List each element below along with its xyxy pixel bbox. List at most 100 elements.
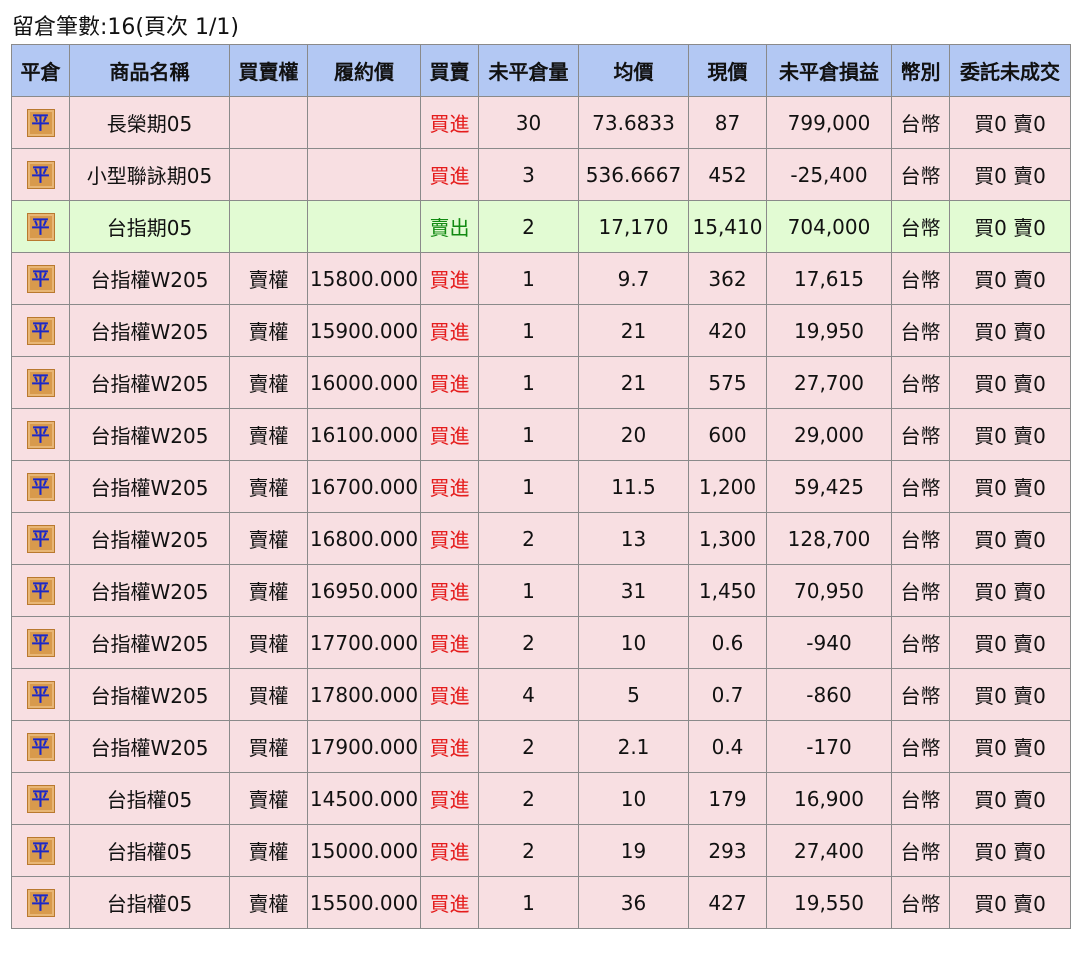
cell-unrealized-pnl: 29,000: [766, 408, 892, 461]
cell-call-put: 賣權: [229, 460, 308, 513]
close-position-button[interactable]: 平: [26, 368, 55, 397]
cell-unrealized-pnl: 17,615: [766, 252, 892, 305]
cell-call-put: [229, 200, 308, 253]
close-position-button[interactable]: 平: [26, 160, 55, 189]
cell-strike-price: 17700.000: [307, 616, 421, 669]
cell-current-price: 87: [688, 96, 767, 149]
close-position-button[interactable]: 平: [26, 628, 55, 657]
cell-current-price: 575: [688, 356, 767, 409]
cell-call-put: 買權: [229, 720, 308, 773]
cell-call-put: 賣權: [229, 824, 308, 877]
close-position-button[interactable]: 平: [26, 316, 55, 345]
header-call-put: 買賣權: [229, 44, 308, 97]
cell-product-name: 台指權05: [69, 772, 230, 825]
close-position-button[interactable]: 平: [26, 420, 55, 449]
cell-open-quantity: 1: [478, 252, 579, 305]
cell-pending-orders: 買0 賣0: [949, 668, 1071, 721]
cell-currency: 台幣: [891, 252, 950, 305]
cell-side: 買進: [420, 772, 479, 825]
cell-pending-orders: 買0 賣0: [949, 304, 1071, 357]
cell-product-name: 長榮期05: [69, 96, 230, 149]
close-position-button[interactable]: 平: [26, 680, 55, 709]
cell-pending-orders: 買0 賣0: [949, 460, 1071, 513]
cell-current-price: 1,300: [688, 512, 767, 565]
cell-open-quantity: 1: [478, 408, 579, 461]
table-row: 平台指權05 賣權 14500.000 買進 2 10 179 16,900 台幣 買0 賣0: [11, 772, 1071, 825]
cell-current-price: 0.7: [688, 668, 767, 721]
close-position-button[interactable]: 平: [26, 212, 55, 241]
cell-pending-orders: 買0 賣0: [949, 408, 1071, 461]
cell-close: 平: [11, 512, 70, 565]
cell-pending-orders: 買0 賣0: [949, 200, 1071, 253]
close-position-button[interactable]: 平: [26, 264, 55, 293]
cell-strike-price: 16800.000: [307, 512, 421, 565]
cell-product-name: 台指期05: [69, 200, 230, 253]
close-position-button[interactable]: 平: [26, 524, 55, 553]
header-side: 買賣: [420, 44, 479, 97]
cell-current-price: 0.6: [688, 616, 767, 669]
cell-unrealized-pnl: 59,425: [766, 460, 892, 513]
cell-call-put: 買權: [229, 616, 308, 669]
cell-unrealized-pnl: 19,550: [766, 876, 892, 929]
cell-pending-orders: 買0 賣0: [949, 96, 1071, 149]
cell-side: 買進: [420, 720, 479, 773]
cell-open-quantity: 3: [478, 148, 579, 201]
table-row: 平台指期05 賣出 2 17,170 15,410 704,000 台幣 買0 賣0: [11, 200, 1071, 253]
cell-current-price: 293: [688, 824, 767, 877]
cell-currency: 台幣: [891, 408, 950, 461]
cell-currency: 台幣: [891, 824, 950, 877]
cell-open-quantity: 2: [478, 200, 579, 253]
close-position-button[interactable]: 平: [26, 108, 55, 137]
cell-strike-price: 16950.000: [307, 564, 421, 617]
table-row: 平小型聯詠期05 買進 3 536.6667 452 -25,400 台幣 買0 賣0: [11, 148, 1071, 201]
cell-currency: 台幣: [891, 564, 950, 617]
cell-pending-orders: 買0 賣0: [949, 356, 1071, 409]
cell-strike-price: [307, 148, 421, 201]
cell-average-price: 73.6833: [578, 96, 689, 149]
close-position-button[interactable]: 平: [26, 836, 55, 865]
cell-currency: 台幣: [891, 460, 950, 513]
table-header-row: 平倉 商品名稱 買賣權 履約價 買賣 未平倉量 均價 現價 未平倉損益 幣別 委…: [11, 44, 1071, 97]
cell-product-name: 台指權W205: [69, 252, 230, 305]
table-row: 平長榮期05 買進 30 73.6833 87 799,000 台幣 買0 賣0: [11, 96, 1071, 149]
cell-currency: 台幣: [891, 772, 950, 825]
cell-side: 買進: [420, 512, 479, 565]
close-position-button[interactable]: 平: [26, 472, 55, 501]
open-positions-table: 平倉 商品名稱 買賣權 履約價 買賣 未平倉量 均價 現價 未平倉損益 幣別 委…: [11, 44, 1071, 929]
cell-close: 平: [11, 408, 70, 461]
cell-close: 平: [11, 564, 70, 617]
close-position-button[interactable]: 平: [26, 784, 55, 813]
cell-currency: 台幣: [891, 356, 950, 409]
cell-average-price: 31: [578, 564, 689, 617]
cell-close: 平: [11, 772, 70, 825]
table-row: 平台指權W205 買權 17700.000 買進 2 10 0.6 -940 台幣 買0 賣0: [11, 616, 1071, 669]
close-position-button[interactable]: 平: [26, 888, 55, 917]
table-row: 平台指權W205 賣權 16800.000 買進 2 13 1,300 128,700 台幣 買0…: [11, 512, 1071, 565]
cell-average-price: 20: [578, 408, 689, 461]
close-position-button[interactable]: 平: [26, 576, 55, 605]
cell-average-price: 36: [578, 876, 689, 929]
header-pending-orders: 委託未成交: [949, 44, 1071, 97]
cell-strike-price: 16700.000: [307, 460, 421, 513]
cell-close: 平: [11, 304, 70, 357]
table-row: 平台指權W205 賣權 16100.000 買進 1 20 600 29,000 台幣 買0 賣0: [11, 408, 1071, 461]
cell-side: 買進: [420, 304, 479, 357]
header-current-price: 現價: [688, 44, 767, 97]
cell-currency: 台幣: [891, 148, 950, 201]
cell-open-quantity: 2: [478, 512, 579, 565]
cell-average-price: 9.7: [578, 252, 689, 305]
header-average-price: 均價: [578, 44, 689, 97]
cell-unrealized-pnl: -860: [766, 668, 892, 721]
cell-call-put: 賣權: [229, 512, 308, 565]
cell-pending-orders: 買0 賣0: [949, 512, 1071, 565]
table-row: 平台指權05 賣權 15500.000 買進 1 36 427 19,550 台幣 買0 賣0: [11, 876, 1071, 929]
cell-side: 買進: [420, 616, 479, 669]
close-position-button[interactable]: 平: [26, 732, 55, 761]
cell-unrealized-pnl: 27,700: [766, 356, 892, 409]
cell-average-price: 11.5: [578, 460, 689, 513]
cell-call-put: 買權: [229, 668, 308, 721]
cell-pending-orders: 買0 賣0: [949, 876, 1071, 929]
cell-product-name: 台指權W205: [69, 564, 230, 617]
cell-open-quantity: 1: [478, 356, 579, 409]
header-open-quantity: 未平倉量: [478, 44, 579, 97]
